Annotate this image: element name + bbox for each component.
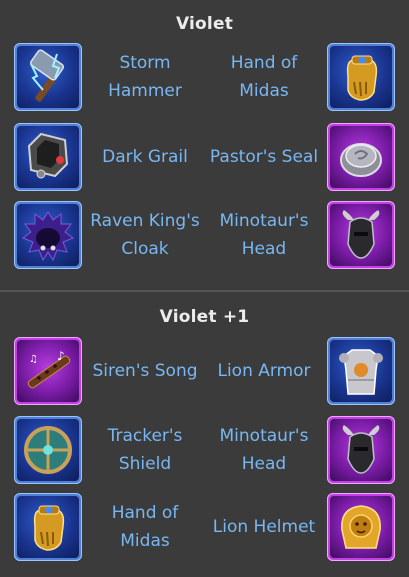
dark-grail-slot[interactable] bbox=[14, 123, 82, 191]
item-label-lion-helmet: Lion Helmet bbox=[212, 517, 316, 537]
item-label-minotaurs-head: Minotaur's Head bbox=[219, 426, 309, 474]
item-label-trackers-shield: Tracker's Shield bbox=[107, 426, 183, 474]
trackers-shield-icon bbox=[17, 419, 79, 481]
item-label-sirens-song: Siren's Song bbox=[92, 361, 198, 381]
lion-helmet-slot[interactable] bbox=[327, 493, 395, 561]
sirens-song-icon: ♪ ♫ bbox=[17, 340, 79, 402]
section-title-violet-plus-1: Violet +1 bbox=[159, 307, 250, 327]
raven-kings-cloak-icon bbox=[17, 204, 79, 266]
storm-hammer-icon bbox=[17, 46, 79, 108]
svg-text:♫: ♫ bbox=[29, 354, 38, 365]
hand-of-midas-icon bbox=[330, 46, 392, 108]
minotaurs-head-icon bbox=[330, 204, 392, 266]
item-label-lion-armor: Lion Armor bbox=[217, 361, 311, 381]
trackers-shield-slot[interactable] bbox=[14, 416, 82, 484]
lion-armor-slot[interactable] bbox=[327, 337, 395, 405]
minotaurs-head-slot[interactable] bbox=[327, 416, 395, 484]
item-row: ♪ ♫ Siren's Song Lion Armor bbox=[0, 337, 409, 407]
item-label-storm-hammer: Storm Hammer bbox=[108, 53, 182, 101]
section-divider bbox=[0, 290, 409, 292]
item-row: Storm Hammer Hand of Midas bbox=[0, 43, 409, 113]
section-title-violet: Violet bbox=[175, 14, 234, 34]
pastors-seal-slot[interactable] bbox=[327, 123, 395, 191]
storm-hammer-slot[interactable] bbox=[14, 43, 82, 111]
minotaurs-head-icon bbox=[330, 419, 392, 481]
item-row: Tracker's Shield Minotaur's Head bbox=[0, 416, 409, 486]
item-label-dark-grail: Dark Grail bbox=[102, 147, 188, 167]
item-label-hand-of-midas: Hand of Midas bbox=[111, 503, 179, 551]
pastors-seal-icon bbox=[330, 126, 392, 188]
hand-of-midas-slot[interactable] bbox=[14, 493, 82, 561]
svg-text:♪: ♪ bbox=[57, 349, 65, 363]
item-label-minotaurs-head: Minotaur's Head bbox=[219, 211, 309, 259]
sirens-song-slot[interactable]: ♪ ♫ bbox=[14, 337, 82, 405]
hand-of-midas-slot[interactable] bbox=[327, 43, 395, 111]
minotaurs-head-slot[interactable] bbox=[327, 201, 395, 269]
item-label-raven-kings-cloak: Raven King's Cloak bbox=[90, 211, 200, 259]
hand-of-midas-icon bbox=[17, 496, 79, 558]
item-label-pastors-seal: Pastor's Seal bbox=[209, 147, 319, 167]
item-row: Hand of Midas Lion Helmet bbox=[0, 493, 409, 563]
item-row: Raven King's Cloak Minotaur's Head bbox=[0, 201, 409, 271]
item-row: Dark Grail Pastor's Seal bbox=[0, 123, 409, 193]
raven-kings-cloak-slot[interactable] bbox=[14, 201, 82, 269]
lion-armor-icon bbox=[330, 340, 392, 402]
lion-helmet-icon bbox=[330, 496, 392, 558]
dark-grail-icon bbox=[17, 126, 79, 188]
item-label-hand-of-midas: Hand of Midas bbox=[230, 53, 298, 101]
